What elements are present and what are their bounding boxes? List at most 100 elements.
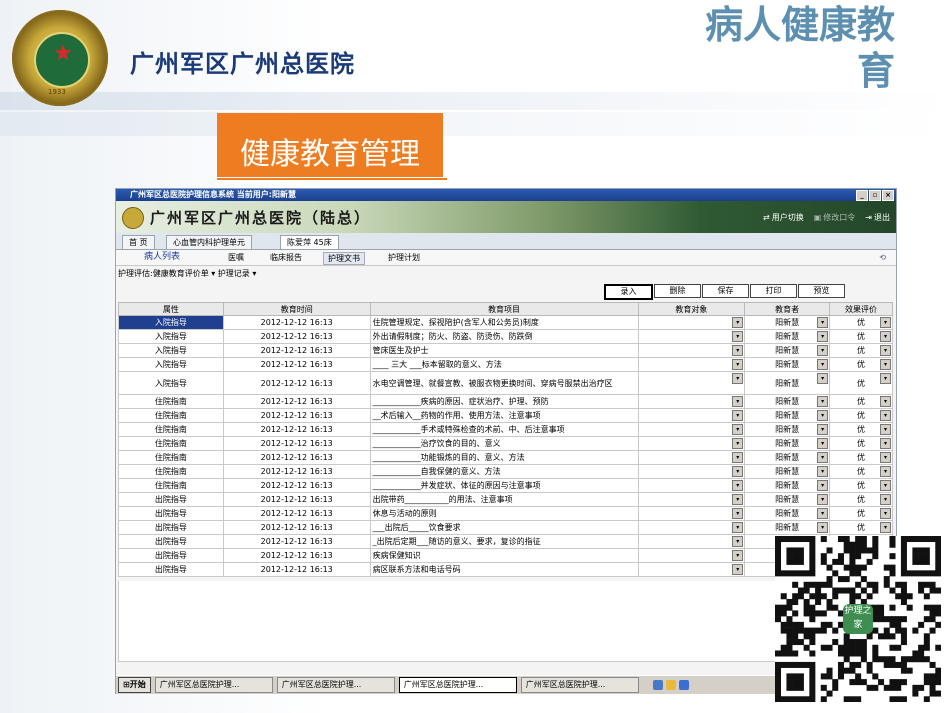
cell-item[interactable]: ____________手术或特殊检查的术前、中、后注意事项 bbox=[369, 422, 639, 437]
tab-nursing-plan[interactable]: 护理计划 bbox=[384, 252, 424, 263]
dropdown-arrow-icon[interactable]: ▾ bbox=[732, 480, 744, 491]
cell-educator[interactable]: 阳新慧 ▾ bbox=[744, 450, 831, 465]
table-row[interactable]: 入院指导 2012-12-12 16:13 管床医生及护士 ▾ 阳新慧 ▾ 优 ▾ bbox=[118, 343, 893, 358]
dropdown-arrow-icon[interactable]: ▾ bbox=[817, 331, 829, 342]
logout-button[interactable]: ⇥ 退出 bbox=[865, 212, 890, 223]
dropdown-arrow-icon[interactable]: ▾ bbox=[817, 424, 829, 435]
delete-button[interactable]: 删除 bbox=[654, 284, 701, 298]
table-row[interactable]: 入院指导 2012-12-12 16:13 住院管理规定、探视陪护(含军人和公务员)… bbox=[118, 315, 893, 330]
cell-item[interactable]: 住院管理规定、探视陪护(含军人和公务员)制度 bbox=[369, 315, 639, 330]
dropdown-arrow-icon[interactable]: ▾ bbox=[817, 359, 829, 370]
dropdown-arrow-icon[interactable]: ▾ bbox=[880, 466, 891, 477]
dropdown-arrow-icon[interactable]: ▾ bbox=[732, 466, 744, 477]
tab-ward[interactable]: 心血管内科护理单元 bbox=[166, 235, 252, 249]
cell-attribute[interactable]: 出院指导 bbox=[118, 548, 224, 563]
cell-time[interactable]: 2012-12-12 16:13 bbox=[222, 534, 371, 549]
cell-item[interactable]: 水电空调管理、就餐宣教、被服衣物更换时间、穿病号服禁出治疗区 bbox=[369, 371, 639, 395]
cell-educator[interactable]: 阳新慧 ▾ bbox=[744, 315, 831, 330]
cell-educator[interactable]: 阳新慧 ▾ bbox=[744, 371, 831, 395]
cell-attribute[interactable]: 入院指导 bbox=[118, 329, 224, 344]
dropdown-arrow-icon[interactable]: ▾ bbox=[732, 550, 744, 561]
cell-evaluation[interactable]: 优 ▾ bbox=[829, 492, 893, 507]
cell-time[interactable]: 2012-12-12 16:13 bbox=[222, 436, 371, 451]
dropdown-arrow-icon[interactable]: ▾ bbox=[732, 522, 744, 533]
table-row[interactable]: 住院指南 2012-12-12 16:13 ____________并发症状、体征的… bbox=[118, 478, 893, 493]
cell-evaluation[interactable]: 优 ▾ bbox=[829, 394, 893, 409]
dropdown-arrow-icon[interactable]: ▾ bbox=[732, 331, 744, 342]
table-row[interactable]: 入院指导 2012-12-12 16:13 ____ 三大 ___标本留取的意义、方… bbox=[118, 357, 893, 372]
cell-evaluation[interactable]: 优 ▾ bbox=[829, 506, 893, 521]
cell-attribute[interactable]: 入院指导 bbox=[118, 357, 224, 372]
cell-time[interactable]: 2012-12-12 16:13 bbox=[222, 408, 371, 423]
cell-evaluation[interactable]: 优 ▾ bbox=[829, 520, 893, 535]
tab-clinical-reports[interactable]: 临床报告 bbox=[266, 252, 306, 263]
cell-item[interactable]: ____________功能锻炼的目的、意义、方法 bbox=[369, 450, 639, 465]
cell-target[interactable]: ▾ bbox=[637, 315, 746, 330]
dropdown-arrow-icon[interactable]: ▾ bbox=[880, 359, 891, 370]
switch-user-button[interactable]: ⇄ 用户切换 bbox=[763, 212, 804, 223]
cell-attribute[interactable]: 出院指导 bbox=[118, 492, 224, 507]
cell-target[interactable]: ▾ bbox=[637, 450, 746, 465]
tab-orders[interactable]: 医嘱 bbox=[224, 252, 248, 263]
table-row[interactable]: 住院指南 2012-12-12 16:13 ____________功能锻炼的目的、… bbox=[118, 450, 893, 465]
close-button[interactable]: × bbox=[882, 190, 894, 201]
refresh-icon[interactable]: ⟲ bbox=[875, 252, 890, 263]
cell-evaluation[interactable]: 优 ▾ bbox=[829, 478, 893, 493]
folder-icon[interactable] bbox=[665, 680, 676, 690]
cell-target[interactable]: ▾ bbox=[637, 394, 746, 409]
dropdown-arrow-icon[interactable]: ▾ bbox=[817, 438, 829, 449]
cell-educator[interactable]: 阳新慧 ▾ bbox=[744, 408, 831, 423]
cell-time[interactable]: 2012-12-12 16:13 bbox=[222, 371, 371, 395]
dropdown-arrow-icon[interactable]: ▾ bbox=[880, 522, 891, 533]
cell-evaluation[interactable]: 优 ▾ bbox=[829, 329, 893, 344]
col-evaluation[interactable]: 效果评价 bbox=[829, 302, 893, 316]
dropdown-arrow-icon[interactable]: ▾ bbox=[880, 438, 891, 449]
table-row[interactable]: 住院指南 2012-12-12 16:13 ____________疾病的原因、症状… bbox=[118, 394, 893, 409]
cell-item[interactable]: ____________疾病的原因、症状治疗、护理、预防 bbox=[369, 394, 639, 409]
cell-item[interactable]: ___出院后_____饮食要求 bbox=[369, 520, 639, 535]
dropdown-arrow-icon[interactable]: ▾ bbox=[817, 522, 829, 533]
cell-attribute[interactable]: 住院指南 bbox=[118, 450, 224, 465]
dropdown-arrow-icon[interactable]: ▾ bbox=[880, 345, 891, 356]
taskbar-item[interactable]: 广州军区总医院护理... bbox=[154, 677, 273, 693]
cell-item[interactable]: 管床医生及护士 bbox=[369, 343, 639, 358]
cell-attribute[interactable]: 入院指导 bbox=[118, 315, 224, 330]
minimize-button[interactable]: _ bbox=[856, 190, 868, 201]
cell-time[interactable]: 2012-12-12 16:13 bbox=[222, 520, 371, 535]
dropdown-arrow-icon[interactable]: ▾ bbox=[817, 466, 829, 477]
dropdown-arrow-icon[interactable]: ▾ bbox=[880, 331, 891, 342]
dropdown-arrow-icon[interactable]: ▾ bbox=[880, 494, 891, 505]
cell-item[interactable]: ____________自我保健的意义、方法 bbox=[369, 464, 639, 479]
cell-target[interactable]: ▾ bbox=[637, 464, 746, 479]
table-row[interactable]: 住院指南 2012-12-12 16:13 ____________治疗饮食的目的、… bbox=[118, 436, 893, 451]
cell-target[interactable]: ▾ bbox=[637, 520, 746, 535]
dropdown-arrow-icon[interactable]: ▾ bbox=[880, 508, 891, 519]
dropdown-arrow-icon[interactable]: ▾ bbox=[880, 452, 891, 463]
dropdown-arrow-icon[interactable]: ▾ bbox=[732, 359, 744, 370]
dropdown-arrow-icon[interactable]: ▾ bbox=[817, 494, 829, 505]
cell-item[interactable]: 出院带药___________的用法、注意事项 bbox=[369, 492, 639, 507]
cell-item[interactable]: _出院后定期___随访的意义、要求，复诊的指征 bbox=[369, 534, 639, 549]
cell-target[interactable]: ▾ bbox=[637, 436, 746, 451]
dropdown-arrow-icon[interactable]: ▾ bbox=[732, 564, 744, 575]
cell-time[interactable]: 2012-12-12 16:13 bbox=[222, 329, 371, 344]
tab-patient-list[interactable]: 病人列表 bbox=[140, 252, 184, 263]
cell-educator[interactable]: 阳新慧 ▾ bbox=[744, 394, 831, 409]
dropdown-arrow-icon[interactable]: ▾ bbox=[880, 396, 891, 407]
dropdown-arrow-icon[interactable]: ▾ bbox=[817, 373, 829, 384]
cell-target[interactable]: ▾ bbox=[637, 478, 746, 493]
dropdown-arrow-icon[interactable]: ▾ bbox=[880, 480, 891, 491]
cell-target[interactable]: ▾ bbox=[637, 343, 746, 358]
cell-attribute[interactable]: 出院指导 bbox=[118, 506, 224, 521]
dropdown-arrow-icon[interactable]: ▾ bbox=[817, 508, 829, 519]
dropdown-arrow-icon[interactable]: ▾ bbox=[880, 373, 891, 384]
dropdown-arrow-icon[interactable]: ▾ bbox=[732, 494, 744, 505]
cell-educator[interactable]: 阳新慧 ▾ bbox=[744, 492, 831, 507]
cell-educator[interactable]: 阳新慧 ▾ bbox=[744, 506, 831, 521]
cell-time[interactable]: 2012-12-12 16:13 bbox=[222, 422, 371, 437]
cell-target[interactable]: ▾ bbox=[637, 548, 746, 563]
dropdown-arrow-icon[interactable]: ▾ bbox=[817, 396, 829, 407]
cell-educator[interactable]: 阳新慧 ▾ bbox=[744, 422, 831, 437]
cell-evaluation[interactable]: 优 ▾ bbox=[829, 371, 893, 395]
cell-target[interactable]: ▾ bbox=[637, 408, 746, 423]
